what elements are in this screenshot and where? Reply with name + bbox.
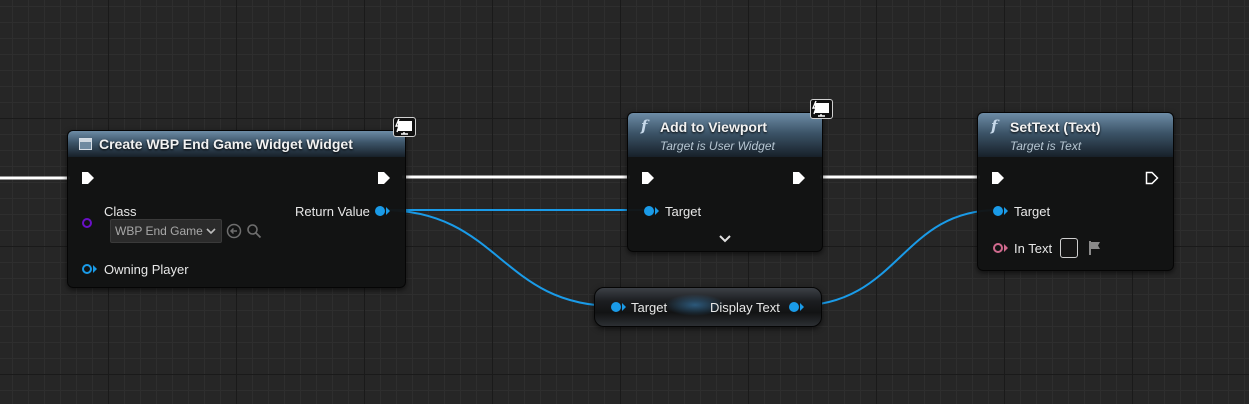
- exec-out-pin[interactable]: [377, 171, 391, 185]
- function-icon: f: [641, 117, 648, 135]
- function-icon: f: [991, 117, 998, 135]
- target-label: Target: [665, 204, 702, 219]
- create-widget-node[interactable]: Create WBP End Game Widget Widget Class …: [67, 130, 406, 288]
- add-to-viewport-node[interactable]: f Add to Viewport Target is User Widget …: [627, 112, 823, 252]
- return-value-pin[interactable]: [375, 206, 385, 216]
- class-pin[interactable]: [82, 218, 92, 228]
- in-text-pin[interactable]: [993, 243, 1003, 253]
- in-text-pin-arrow: [1004, 244, 1008, 252]
- get-display-text-node[interactable]: Target Display Text: [594, 287, 822, 327]
- target-pin[interactable]: [611, 302, 621, 312]
- class-label: Class: [104, 204, 137, 219]
- in-text-label: In Text: [1014, 241, 1053, 256]
- object-wire-return-to-displaytext: [381, 209, 616, 307]
- owning-player-pin[interactable]: [82, 264, 92, 274]
- add-to-viewport-subtitle: Target is User Widget: [660, 139, 775, 153]
- display-text-pin[interactable]: [789, 302, 799, 312]
- widget-icon: [79, 138, 92, 150]
- exec-in-pin[interactable]: [81, 171, 95, 185]
- target-label: Target: [631, 300, 668, 315]
- target-pin[interactable]: [993, 206, 1003, 216]
- chevron-down-icon[interactable]: [719, 235, 731, 243]
- create-widget-title: Create WBP End Game Widget Widget: [99, 136, 353, 152]
- target-pin-arrow: [622, 303, 626, 311]
- target-pin[interactable]: [644, 206, 654, 216]
- browse-asset-icon[interactable]: [246, 223, 262, 239]
- owning-player-pin-arrow: [93, 265, 97, 273]
- in-text-field[interactable]: [1060, 238, 1078, 258]
- use-selected-asset-icon[interactable]: [226, 223, 242, 239]
- target-pin-arrow: [1004, 207, 1008, 215]
- exec-out-pin[interactable]: [1145, 171, 1159, 185]
- add-to-viewport-title: Add to Viewport: [660, 119, 768, 135]
- set-text-title: SetText (Text): [1010, 119, 1101, 135]
- set-text-node[interactable]: f SetText (Text) Target is Text Target I…: [977, 112, 1174, 271]
- class-dropdown-value: WBP End Game: [115, 224, 203, 238]
- return-value-pin-arrow: [386, 207, 390, 215]
- monitor-lightning-icon: [810, 99, 833, 119]
- owning-player-label: Owning Player: [104, 262, 189, 277]
- exec-in-pin[interactable]: [991, 171, 1005, 185]
- display-text-label: Display Text: [710, 300, 780, 315]
- target-pin-arrow: [655, 207, 659, 215]
- target-label: Target: [1014, 204, 1051, 219]
- class-dropdown[interactable]: WBP End Game: [110, 219, 222, 243]
- monitor-lightning-icon: [393, 117, 416, 137]
- return-value-label: Return Value: [295, 204, 370, 219]
- chevron-down-icon: [206, 228, 216, 235]
- exec-out-pin[interactable]: [792, 171, 806, 185]
- display-text-pin-arrow: [800, 303, 804, 311]
- localization-flag-icon[interactable]: [1088, 240, 1102, 256]
- object-wire-displaytext-to-settext: [794, 209, 999, 307]
- exec-in-pin[interactable]: [641, 171, 655, 185]
- set-text-subtitle: Target is Text: [1010, 139, 1082, 153]
